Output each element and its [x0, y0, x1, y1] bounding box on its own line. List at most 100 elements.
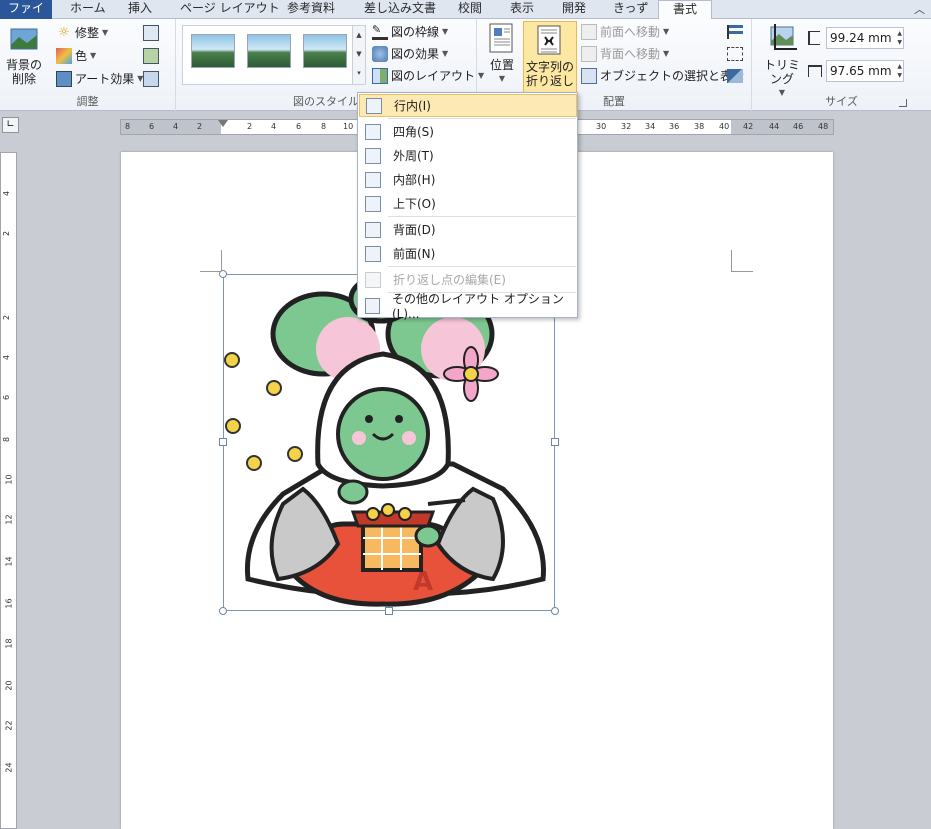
menu-item-edit-wrap-points[interactable]: 折り返し点の編集(E) — [359, 268, 577, 291]
bring-forward-icon — [581, 24, 597, 40]
selection-pane-button[interactable]: オブジェクトの選択と表示 — [581, 66, 744, 86]
tab-page-layout[interactable]: ページ レイアウト — [176, 0, 284, 19]
color-button[interactable]: 色 ▼ — [56, 46, 96, 66]
art-effects-button[interactable]: アート効果 ▼ — [56, 69, 143, 89]
gallery-scroll[interactable]: ▲ ▼ ▾ — [352, 26, 365, 84]
menu-item-in-front-of-text[interactable]: 前面(N) — [359, 242, 577, 265]
menu-item-behind-text[interactable]: 背面(D) — [359, 218, 577, 241]
resize-handle[interactable] — [219, 438, 227, 446]
ruler-tick-label: 8 — [321, 122, 327, 131]
send-backward-button[interactable]: 背面へ移動 ▼ — [581, 44, 669, 64]
corrections-button[interactable]: ☼ 修整 ▼ — [56, 23, 108, 43]
ruler-tick-label: 2 — [247, 122, 253, 131]
ruler-tick-label: 6 — [149, 122, 155, 131]
group-adjust-label: 調整 — [76, 95, 99, 108]
color-palette-icon — [56, 48, 72, 64]
menu-item-label: 外周(T) — [393, 149, 434, 163]
picture-effects-button[interactable]: 図の効果 ▼ — [372, 44, 448, 64]
ruler-tick-label: 36 — [669, 122, 680, 131]
resize-handle[interactable] — [551, 438, 559, 446]
pen-icon: ✎ — [372, 24, 388, 40]
chevron-down-icon: ▼ — [442, 49, 449, 58]
menu-item-in-line[interactable]: 行内(I) — [359, 94, 577, 117]
menu-item-square[interactable]: 四角(S) — [359, 120, 577, 143]
ruler-tick-label: 22 — [4, 720, 14, 731]
picture-selection-frame[interactable] — [223, 274, 555, 611]
collapse-ribbon-icon[interactable]: ︿ — [914, 1, 925, 17]
tab-view[interactable]: 表示 — [506, 0, 538, 19]
ruler-tick-label: 38 — [694, 122, 705, 131]
resize-handle[interactable] — [219, 607, 227, 615]
ruler-tick-label: 12 — [4, 514, 14, 525]
ruler-tick-label: 6 — [2, 394, 12, 401]
menu-item-label: 折り返し点の編集(E) — [393, 273, 506, 287]
vertical-ruler[interactable]: 4 2 2 4 6 8 10 12 14 16 18 20 22 24 — [0, 152, 17, 829]
tab-references[interactable]: 参考資料 — [283, 0, 339, 19]
wrap-text-icon — [537, 25, 561, 55]
menu-item-label: その他のレイアウト オプション(L)... — [392, 292, 564, 321]
width-icon — [808, 65, 822, 77]
tab-format[interactable]: 書式 — [658, 0, 712, 20]
spinner-icon[interactable]: ▲ ▼ — [897, 62, 902, 80]
spinner-icon[interactable]: ▲ ▼ — [897, 29, 902, 47]
wrap-square-icon — [365, 123, 381, 140]
crop-button[interactable]: トリミング ▼ — [760, 23, 804, 100]
ruler-tick-label: 24 — [4, 762, 14, 773]
chevron-down-icon: ▼ — [498, 74, 506, 83]
ruler-tick-label: 18 — [4, 638, 14, 649]
tab-kids[interactable]: きっず — [609, 0, 653, 19]
shape-height-field[interactable]: 99.24 mm ▲ ▼ — [826, 27, 904, 49]
group-objects-icon[interactable] — [727, 47, 743, 61]
tab-file[interactable]: ファイル — [0, 0, 52, 32]
ruler-margin-left — [121, 120, 221, 134]
tab-insert[interactable]: 挿入 — [124, 0, 156, 19]
art-effects-label: アート効果 — [75, 72, 135, 86]
shape-height-value: 99.24 mm — [830, 31, 892, 45]
menu-item-through[interactable]: 内部(H) — [359, 168, 577, 191]
menu-item-tight[interactable]: 外周(T) — [359, 144, 577, 167]
tab-selector-button[interactable]: ∟ — [2, 117, 19, 133]
wrap-text-button[interactable]: 文字列の 折り返し▼ — [523, 21, 577, 101]
send-backward-icon — [581, 46, 597, 62]
wrap-top-bottom-icon — [365, 195, 381, 212]
picture-style-gallery[interactable]: ▲ ▼ ▾ — [182, 25, 366, 85]
align-icon[interactable] — [727, 25, 743, 39]
reset-picture-icon[interactable] — [143, 71, 159, 87]
corrections-label: 修整 — [75, 26, 100, 40]
remove-background-button[interactable]: 背景の削除 — [2, 23, 46, 86]
remove-background-icon — [10, 28, 38, 50]
tab-mailings[interactable]: 差し込み文書 — [360, 0, 440, 19]
ruler-tick-label: 6 — [296, 122, 302, 131]
rotate-icon[interactable] — [727, 69, 743, 83]
resize-handle[interactable] — [385, 607, 393, 615]
tab-review[interactable]: 校閲 — [454, 0, 486, 19]
picture-style-thumb[interactable] — [247, 34, 291, 68]
change-picture-icon[interactable] — [143, 48, 159, 64]
compress-pictures-icon[interactable] — [143, 25, 159, 41]
menu-item-more-layout-options[interactable]: その他のレイアウト オプション(L)... — [359, 292, 577, 321]
ruler-tick-label: 8 — [125, 122, 131, 131]
ruler-tick-label: 46 — [793, 122, 804, 131]
bring-forward-button[interactable]: 前面へ移動 ▼ — [581, 22, 669, 42]
indent-marker-icon[interactable] — [218, 120, 228, 127]
chevron-down-icon: ▼ — [102, 28, 109, 37]
shape-width-field[interactable]: 97.65 mm ▲ ▼ — [826, 60, 904, 82]
chevron-down-icon: ▼ — [663, 27, 670, 36]
resize-handle[interactable] — [551, 607, 559, 615]
resize-handle[interactable] — [219, 270, 227, 278]
tab-developer[interactable]: 開発 — [558, 0, 590, 19]
picture-border-button[interactable]: ✎ 図の枠線 ▼ — [372, 22, 448, 42]
ruler-tick-label: 16 — [4, 598, 14, 609]
tab-home[interactable]: ホーム — [66, 0, 110, 19]
ruler-tick-label: 44 — [769, 122, 780, 131]
wrap-front-icon — [365, 245, 381, 262]
picture-style-thumb[interactable] — [191, 34, 235, 68]
margin-corner-mark — [200, 250, 222, 272]
dialog-launcher-icon[interactable] — [899, 99, 907, 107]
wrap-inline-icon — [366, 97, 382, 114]
ruler-tick-label: 4 — [173, 122, 179, 131]
picture-layout-button[interactable]: 図のレイアウト ▼ — [372, 66, 484, 86]
menu-item-top-bottom[interactable]: 上下(O) — [359, 192, 577, 215]
picture-style-thumb[interactable] — [303, 34, 347, 68]
position-button[interactable]: 位置 ▼ — [485, 23, 519, 86]
